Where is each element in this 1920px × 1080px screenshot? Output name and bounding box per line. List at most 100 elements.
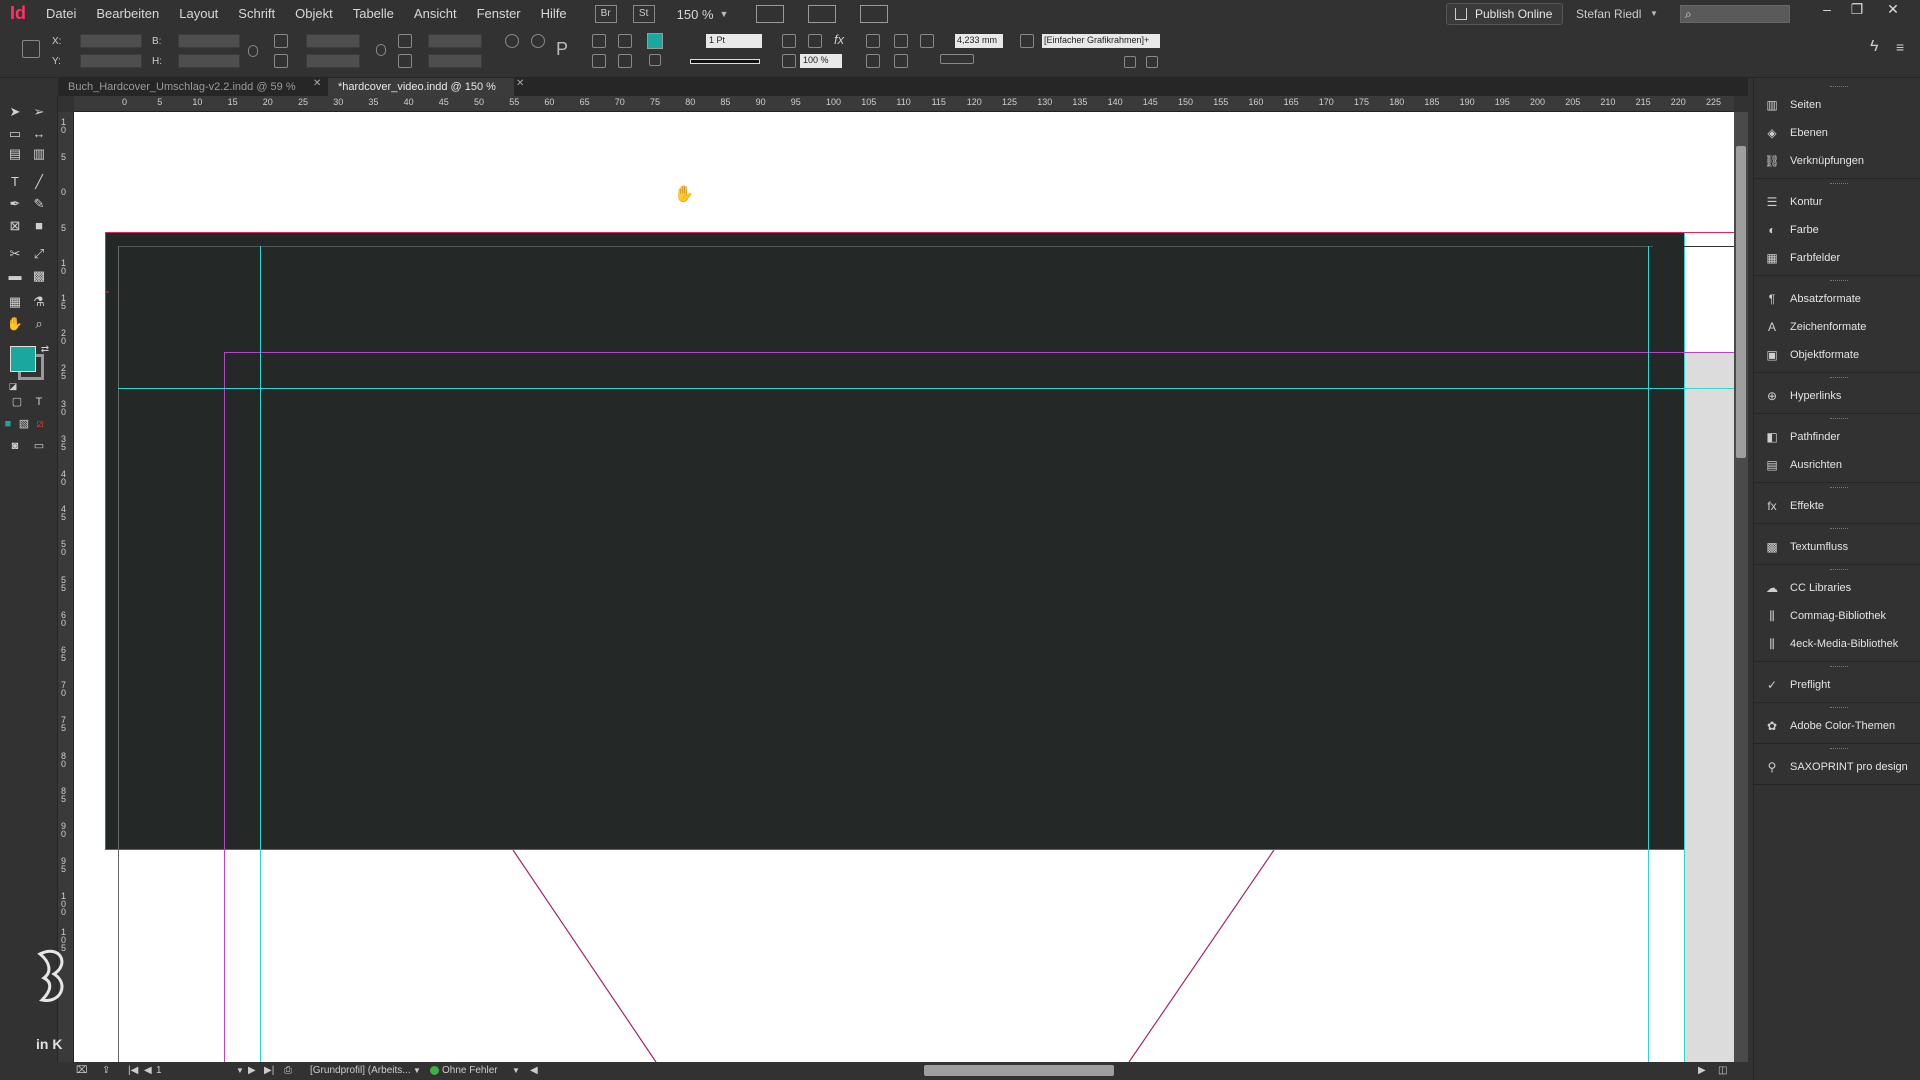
tab-document-1[interactable]: Buch_Hardcover_Umschlag-v2.2.indd @ 59 % [58, 78, 328, 96]
help-search-input[interactable]: ⌕ [1680, 5, 1790, 23]
menu-hilfe[interactable]: Hilfe [531, 0, 577, 28]
preflight-profile[interactable]: [Grundprofil] (Arbeits... [310, 1062, 411, 1080]
publish-online-button[interactable]: Publish Online [1446, 3, 1564, 25]
fill-swatch[interactable] [10, 346, 36, 372]
scale-x-field[interactable] [306, 34, 360, 48]
zoom-level[interactable]: 150 % [677, 7, 714, 22]
constrain-scale-icon[interactable] [376, 44, 386, 56]
swap-colors-icon[interactable]: ⇄ [34, 340, 56, 360]
formatting-text-icon[interactable]: T [28, 392, 50, 412]
apply-color-icon[interactable]: ■ [0, 414, 16, 434]
panel-group-grip[interactable] [1830, 280, 1848, 282]
y-field[interactable] [80, 54, 142, 68]
pen-tool-icon[interactable]: ✒ [4, 194, 26, 214]
stock-button[interactable]: St [632, 5, 655, 23]
panel-objektformate[interactable]: ▣ Objektformate [1754, 342, 1920, 368]
content-collector-icon[interactable]: ▤ [4, 144, 26, 164]
menu-ansicht[interactable]: Ansicht [404, 0, 467, 28]
stroke-type-dropdown[interactable] [690, 59, 760, 64]
panel-preflight[interactable]: ✓ Preflight [1754, 672, 1920, 698]
user-name[interactable]: Stefan Riedl [1576, 0, 1641, 28]
gap-tool-icon[interactable]: ↔ [28, 124, 50, 144]
select-container-icon[interactable] [618, 34, 632, 48]
panel-ausrichten[interactable]: ▤ Ausrichten [1754, 452, 1920, 478]
preflight-status[interactable]: Ohne Fehler [442, 1062, 498, 1080]
panel-group-grip[interactable] [1830, 707, 1848, 709]
page-tool-icon[interactable]: ▭ [4, 124, 26, 144]
menu-schrift[interactable]: Schrift [228, 0, 285, 28]
document-canvas[interactable]: ✋ [74, 112, 1734, 1062]
panel-seiten[interactable]: ▥ Seiten [1754, 92, 1920, 118]
screen-mode-tool-icon[interactable]: ▭ [28, 436, 50, 456]
panel-group-grip[interactable] [1830, 377, 1848, 379]
quick-apply-icon[interactable]: ϟ [1870, 39, 1884, 55]
panel-group-grip[interactable] [1830, 528, 1848, 530]
rotate-ccw-icon[interactable] [531, 34, 545, 48]
panel-verkn-pfungen[interactable]: ⛓ Verknüpfungen [1754, 148, 1920, 174]
next-page-icon[interactable]: ▶ [248, 1062, 256, 1080]
panel-menu-icon[interactable]: ≡ [1896, 40, 1910, 54]
user-dropdown-icon[interactable]: ▼ [1650, 0, 1658, 28]
menu-fenster[interactable]: Fenster [467, 0, 531, 28]
tab-close-icon[interactable]: ✕ [516, 78, 524, 89]
menu-tabelle[interactable]: Tabelle [343, 0, 404, 28]
vertical-scrollbar[interactable] [1734, 112, 1748, 1062]
rotate-cw-icon[interactable] [505, 34, 519, 48]
screen-mode-icon[interactable] [808, 5, 837, 23]
auto-fit-icon[interactable] [1146, 56, 1158, 68]
center-content-icon[interactable] [866, 54, 880, 68]
content-placer-icon[interactable]: ▥ [28, 144, 50, 164]
zoom-dropdown-icon[interactable]: ▼ [720, 9, 729, 19]
first-page-icon[interactable]: |◀ [128, 1062, 138, 1080]
arrange-documents-icon[interactable] [860, 5, 889, 23]
preview-toggle-icon[interactable]: ⌧ [76, 1062, 88, 1080]
panel-group-grip[interactable] [1830, 666, 1848, 668]
rectangle-tool-icon[interactable]: ■ [28, 216, 50, 236]
gradient-swatch-tool-icon[interactable]: ▬ [4, 266, 26, 286]
x-field[interactable] [80, 34, 142, 48]
tab-document-2[interactable]: *hardcover_video.indd @ 150 % [328, 78, 514, 96]
stroke-weight-field[interactable]: 1 Pt [706, 34, 762, 48]
horizontal-ruler[interactable]: 0 5 10 15 20 25 30 35 40 45 50 55 60 65 70 75 80 85 90 95 10… [74, 96, 1734, 112]
effects-fx-icon[interactable]: fx [834, 32, 848, 47]
prev-page-icon[interactable]: ◀ [144, 1062, 152, 1080]
panel-effekte[interactable]: fx Effekte [1754, 493, 1920, 519]
hand-tool-icon[interactable]: ✋ [4, 314, 26, 334]
split-window-icon[interactable]: ◫ [1718, 1062, 1727, 1080]
clear-overrides-icon[interactable] [1124, 56, 1136, 68]
panel-group-grip[interactable] [1830, 183, 1848, 185]
apply-none-icon[interactable]: ⧄ [32, 414, 48, 434]
fill-color-swatch[interactable] [647, 33, 663, 49]
panel-zeichenformate[interactable]: A Zeichenformate [1754, 314, 1920, 340]
view-options-icon[interactable] [756, 5, 785, 23]
eyedropper-tool-icon[interactable]: ⚗ [28, 292, 50, 312]
menu-bearbeiten[interactable]: Bearbeiten [86, 0, 169, 28]
rotate-field[interactable] [428, 34, 482, 48]
tab-close-icon[interactable]: ✕ [313, 78, 321, 89]
fit-content-icon[interactable] [894, 34, 908, 48]
note-tool-icon[interactable]: ▦ [4, 292, 26, 312]
apply-gradient-icon[interactable]: ▧ [16, 414, 32, 434]
page-options-icon[interactable]: ⎙ [284, 1062, 292, 1080]
panel-saxoprint-pro-design[interactable]: ⚲ SAXOPRINT pro design [1754, 754, 1920, 780]
line-tool-icon[interactable]: ╱ [28, 172, 50, 192]
type-tool-icon[interactable]: T [4, 172, 26, 192]
opacity-field[interactable]: 100 % [800, 54, 842, 68]
flip-vertical-icon[interactable] [592, 54, 606, 68]
menu-datei[interactable]: Datei [36, 0, 86, 28]
fill-frame-icon[interactable] [894, 54, 908, 68]
profile-dropdown-icon[interactable]: ▼ [413, 1062, 421, 1080]
gradient-feather-tool-icon[interactable]: ▩ [28, 266, 50, 286]
scroll-left-icon[interactable]: ◀ [530, 1062, 538, 1080]
constrain-proportions-icon[interactable] [248, 45, 258, 57]
panel-textumfluss[interactable]: ▩ Textumfluss [1754, 534, 1920, 560]
text-frame-options-icon[interactable] [920, 34, 934, 48]
scissors-tool-icon[interactable]: ✂ [4, 244, 26, 264]
stroke-style-dropdown[interactable] [940, 54, 974, 64]
open-export-icon[interactable]: ⇪ [102, 1062, 110, 1080]
object-style-dropdown[interactable]: [Einfacher Grafikrahmen]+ [1042, 34, 1160, 48]
panel-4eck-media-bibliothek[interactable]: ⫼ 4eck-Media-Bibliothek [1754, 631, 1920, 657]
vertical-ruler[interactable]: 1 0 5 0 5 1 0 1 5 2 0 2 5 3 0 3 5 4 0 4 5 5 0 5 5 6 0 6… [58, 112, 74, 1062]
last-page-icon[interactable]: ▶| [264, 1062, 274, 1080]
preflight-dropdown-icon[interactable]: ▼ [512, 1062, 520, 1080]
